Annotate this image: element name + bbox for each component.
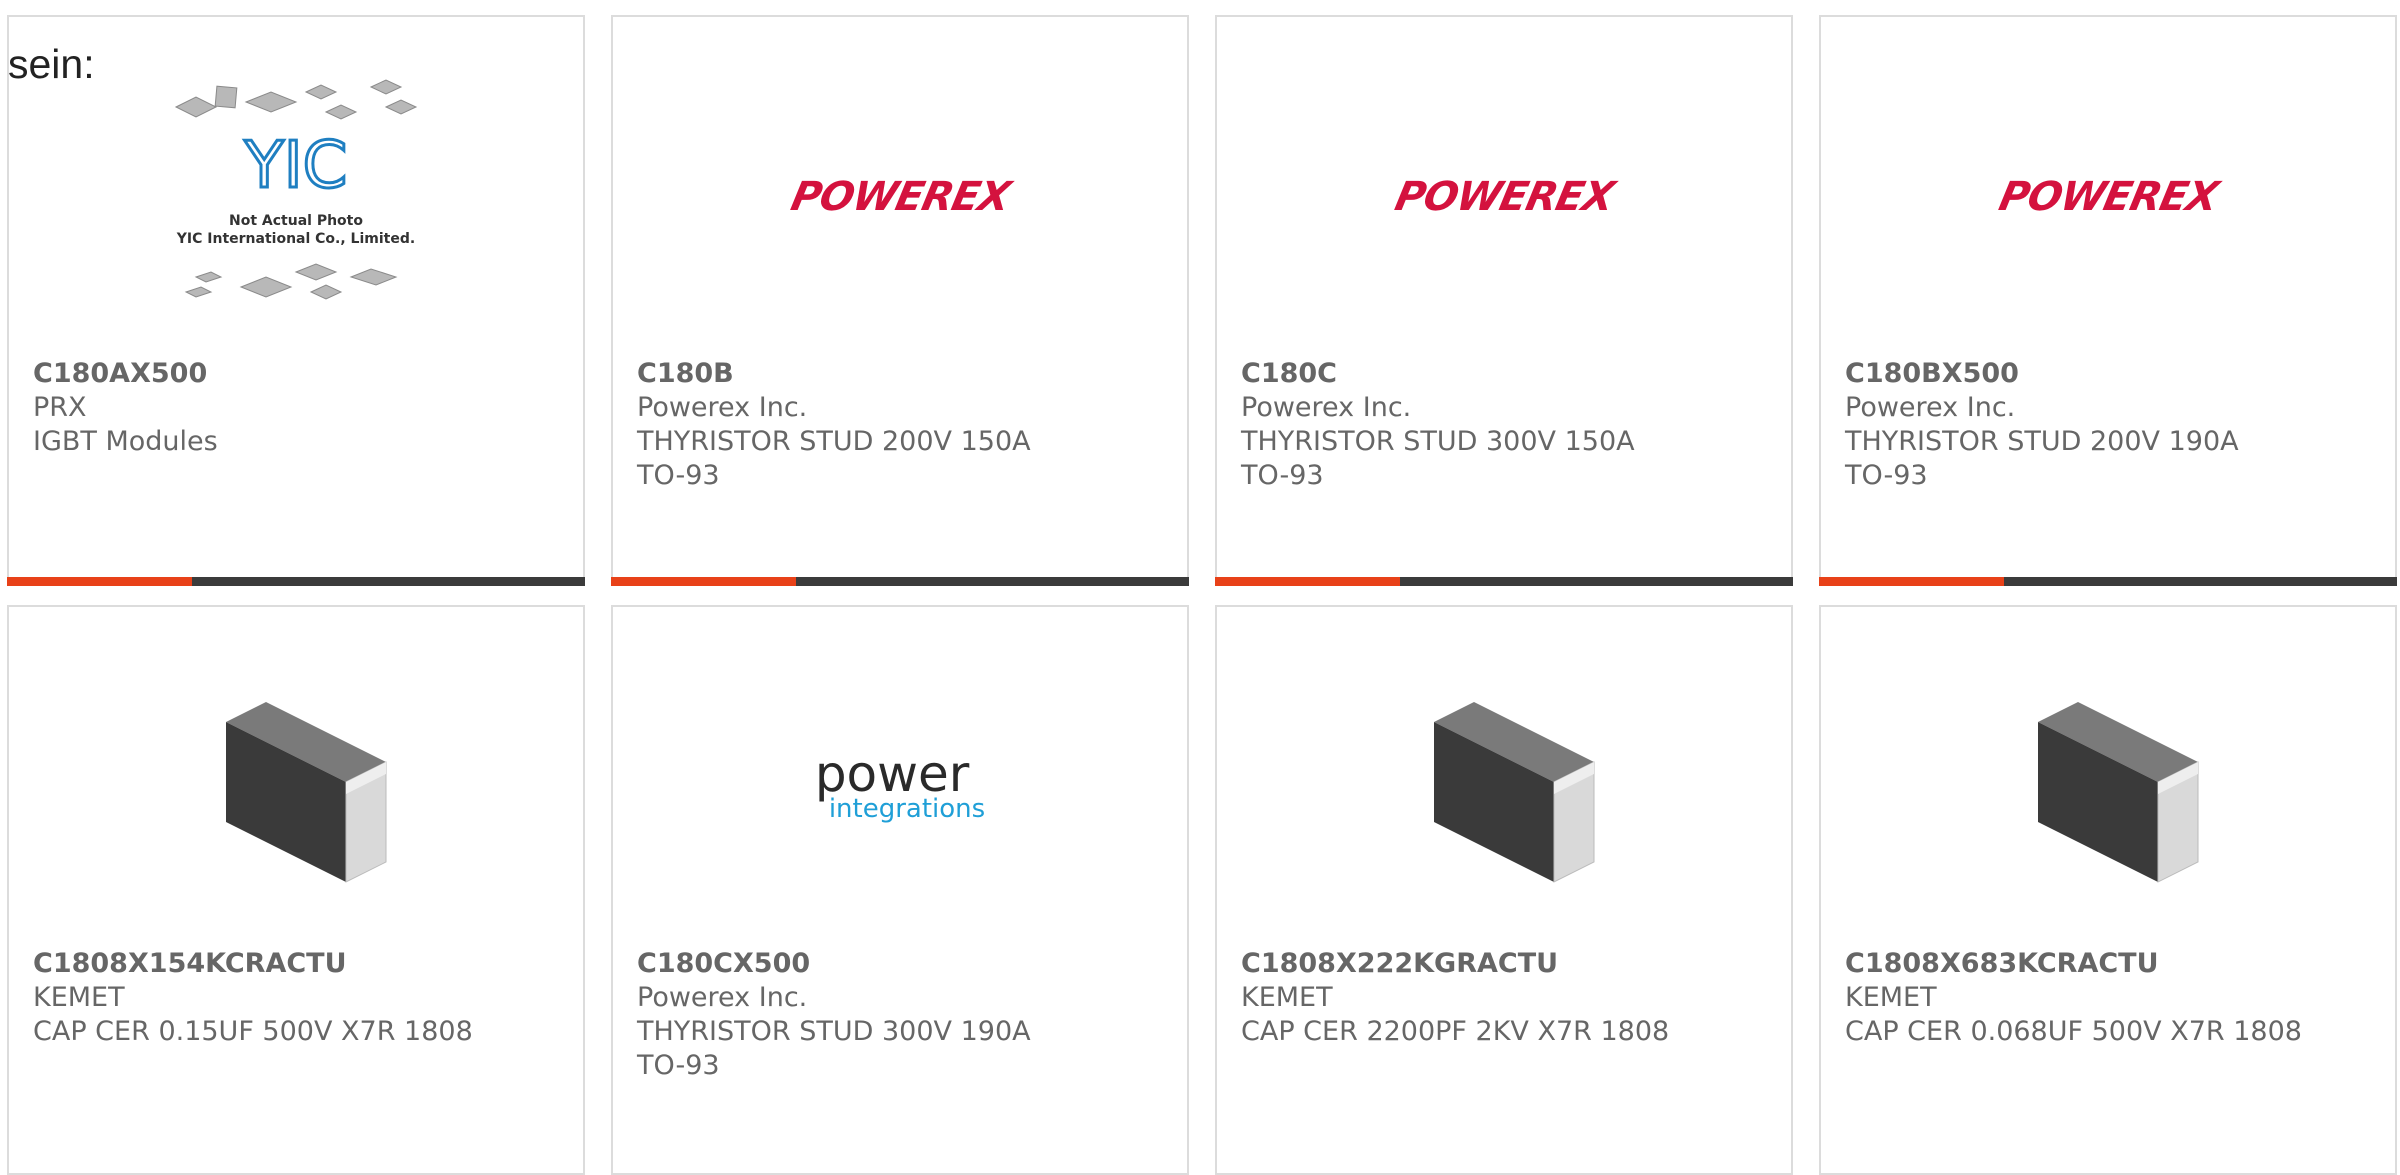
card-accent-bar (611, 577, 1189, 586)
product-card[interactable]: POWEREX C180BX500 Powerex Inc. THYRISTOR… (1819, 15, 2397, 586)
power-integrations-logo-image: power integrations (613, 677, 1187, 897)
part-number[interactable]: C1808X154KCRACTU (33, 947, 563, 981)
product-card[interactable]: power integrations C180CX500 Powerex Inc… (611, 605, 1189, 1175)
chip-capacitor-image (1821, 677, 2395, 897)
power-integrations-logo: power integrations (814, 745, 986, 824)
logo-word: power (814, 745, 970, 803)
product-info: C180AX500 PRX IGBT Modules (33, 357, 563, 459)
part-number[interactable]: C180C (1241, 357, 1771, 391)
part-number[interactable]: C180B (637, 357, 1167, 391)
manufacturer: KEMET (1241, 982, 1333, 1013)
part-number[interactable]: C1808X222KGRACTU (1241, 947, 1771, 981)
description: THYRISTOR STUD 300V 150A (1241, 426, 1635, 457)
description: THYRISTOR STUD 200V 150A (637, 426, 1031, 457)
product-info: C180C Powerex Inc. THYRISTOR STUD 300V 1… (1241, 357, 1771, 493)
product-card[interactable]: C1808X222KGRACTU KEMET CAP CER 2200PF 2K… (1215, 605, 1793, 1175)
package: TO-93 (1845, 460, 1928, 491)
product-info: C180CX500 Powerex Inc. THYRISTOR STUD 30… (637, 947, 1167, 1083)
powerex-logo-image: POWEREX (613, 87, 1187, 307)
chip-capacitor-image (9, 677, 583, 897)
card-accent-bar (1215, 577, 1793, 586)
component-placeholder-icon: YIC Not Actual Photo YIC International C… (174, 79, 418, 300)
manufacturer: Powerex Inc. (637, 982, 808, 1013)
intro-text: sein: (8, 41, 95, 87)
chip-capacitor-icon (226, 702, 387, 883)
description: CAP CER 0.15UF 500V X7R 1808 (33, 1016, 473, 1047)
product-info: C180BX500 Powerex Inc. THYRISTOR STUD 20… (1845, 357, 2375, 493)
yic-logo: YIC (244, 129, 348, 203)
powerex-logo-image: POWEREX (1821, 87, 2395, 307)
description: IGBT Modules (33, 426, 218, 457)
package: TO-93 (637, 460, 720, 491)
manufacturer: Powerex Inc. (637, 392, 808, 423)
description: THYRISTOR STUD 300V 190A (637, 1016, 1031, 1047)
package: TO-93 (1241, 460, 1324, 491)
part-number[interactable]: C180AX500 (33, 357, 563, 391)
product-image-placeholder: YIC Not Actual Photo YIC International C… (9, 79, 583, 307)
description: THYRISTOR STUD 200V 190A (1845, 426, 2239, 457)
powerex-logo: POWEREX (1994, 174, 2222, 220)
chip-capacitor-icon (1434, 702, 1595, 883)
product-card[interactable]: POWEREX C180B Powerex Inc. THYRISTOR STU… (611, 15, 1189, 586)
manufacturer: PRX (33, 392, 87, 423)
product-card[interactable]: POWEREX C180C Powerex Inc. THYRISTOR STU… (1215, 15, 1793, 586)
card-accent-bar (1819, 577, 2397, 586)
manufacturer: Powerex Inc. (1845, 392, 2016, 423)
chip-capacitor-icon (2038, 702, 2199, 883)
logo-subword: integrations (828, 794, 986, 824)
manufacturer: KEMET (1845, 982, 1937, 1013)
manufacturer: KEMET (33, 982, 125, 1013)
manufacturer: Powerex Inc. (1241, 392, 1412, 423)
product-info: C1808X222KGRACTU KEMET CAP CER 2200PF 2K… (1241, 947, 1771, 1049)
chip-capacitor-image (1217, 677, 1791, 897)
product-card[interactable]: C1808X683KCRACTU KEMET CAP CER 0.068UF 5… (1819, 605, 2397, 1175)
product-card[interactable]: YIC Not Actual Photo YIC International C… (7, 15, 585, 586)
part-number[interactable]: C180BX500 (1845, 357, 2375, 391)
product-info: C1808X683KCRACTU KEMET CAP CER 0.068UF 5… (1845, 947, 2375, 1049)
product-card[interactable]: C1808X154KCRACTU KEMET CAP CER 0.15UF 50… (7, 605, 585, 1175)
placeholder-line-2: YIC International Co., Limited. (176, 231, 415, 247)
part-number[interactable]: C180CX500 (637, 947, 1167, 981)
powerex-logo-image: POWEREX (1217, 87, 1791, 307)
description: CAP CER 2200PF 2KV X7R 1808 (1241, 1016, 1670, 1047)
placeholder-line-1: Not Actual Photo (229, 213, 363, 229)
part-number[interactable]: C1808X683KCRACTU (1845, 947, 2375, 981)
description: CAP CER 0.068UF 500V X7R 1808 (1845, 1016, 2302, 1047)
product-info: C1808X154KCRACTU KEMET CAP CER 0.15UF 50… (33, 947, 563, 1049)
powerex-logo: POWEREX (1390, 174, 1618, 220)
package: TO-93 (637, 1050, 720, 1081)
powerex-logo: POWEREX (786, 174, 1014, 220)
product-info: C180B Powerex Inc. THYRISTOR STUD 200V 1… (637, 357, 1167, 493)
card-accent-bar (7, 577, 585, 586)
